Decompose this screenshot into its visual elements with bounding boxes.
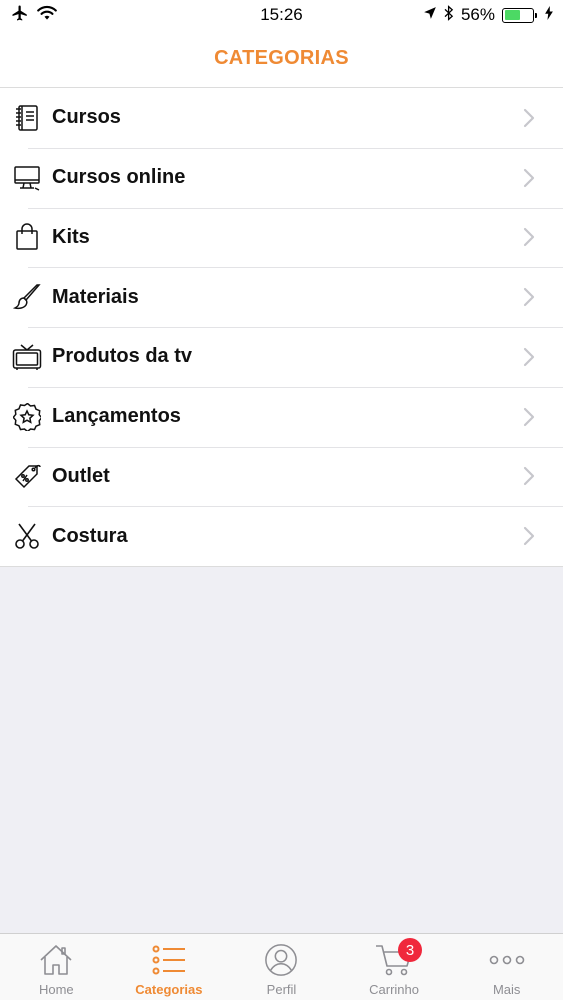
star-badge-icon [12,402,42,432]
monitor-icon [12,163,42,193]
location-arrow-icon [423,5,437,25]
category-label: Cursos [52,106,121,129]
status-right: 56% [423,4,553,26]
airplane-icon [10,4,30,27]
category-row-outlet[interactable]: Outlet [0,446,563,507]
chevron-right-icon [519,287,539,307]
category-row-materiais[interactable]: Materiais [0,267,563,327]
category-label: Outlet [52,464,110,487]
chevron-right-icon [519,108,539,128]
page-title: CATEGORIAS [214,47,349,69]
category-label: Materiais [52,285,139,308]
status-left [10,4,57,27]
cart-icon: 3 [374,938,423,978]
battery-fill [504,10,520,20]
tab-perfil[interactable]: Perfil [225,934,338,1000]
tab-home[interactable]: Home [0,934,113,1000]
category-label: Lançamentos [52,405,181,428]
chevron-right-icon [519,347,539,367]
list-icon [149,942,189,978]
status-bar: 15:26 56% [0,0,563,30]
battery-icon [502,7,537,23]
chevron-right-icon [519,407,539,427]
tab-label: Home [38,982,74,997]
tab-label: Perfil [266,982,297,997]
chevron-right-icon [519,168,539,188]
category-row-lancamentos[interactable]: Lançamentos [0,386,563,447]
tab-label: Mais [492,982,521,997]
tab-categorias[interactable]: Categorias [113,934,226,1000]
more-icon [487,942,527,978]
scissors-icon [12,521,42,551]
charging-bolt-icon [545,5,553,25]
tab-label: Carrinho [369,982,419,997]
category-label: Cursos online [52,166,186,189]
cart-count-badge: 3 [398,938,423,962]
profile-icon [261,942,301,978]
home-icon [36,942,76,978]
tab-bar: Home Categorias Perfil 3 Carrinho Mais [0,933,563,1000]
bluetooth-icon [444,4,454,26]
battery-percent: 56% [460,5,495,24]
tab-mais[interactable]: Mais [450,934,563,1000]
category-row-costura[interactable]: Costura [0,506,563,566]
chevron-right-icon [519,466,539,486]
category-list: Cursos Cursos online Kits Materiais Prod… [0,88,563,567]
tab-label: Categorias [135,982,203,997]
category-label: Produtos da tv [52,345,193,368]
tab-carrinho[interactable]: 3 Carrinho [338,934,451,1000]
category-row-kits[interactable]: Kits [0,207,563,268]
chevron-right-icon [519,227,539,247]
wifi-icon [37,5,57,26]
category-label: Kits [52,225,90,248]
shopping-bag-icon [12,222,42,252]
tv-icon [12,342,42,372]
notebook-icon [12,103,42,133]
paintbrush-icon [12,282,42,312]
category-label: Costura [52,524,128,547]
chevron-right-icon [519,526,539,546]
price-tag-icon [12,461,42,491]
category-row-cursos[interactable]: Cursos [0,88,563,148]
nav-bar: CATEGORIAS [0,30,563,88]
category-row-produtos-da-tv[interactable]: Produtos da tv [0,327,563,387]
category-row-cursos-online[interactable]: Cursos online [0,147,563,208]
